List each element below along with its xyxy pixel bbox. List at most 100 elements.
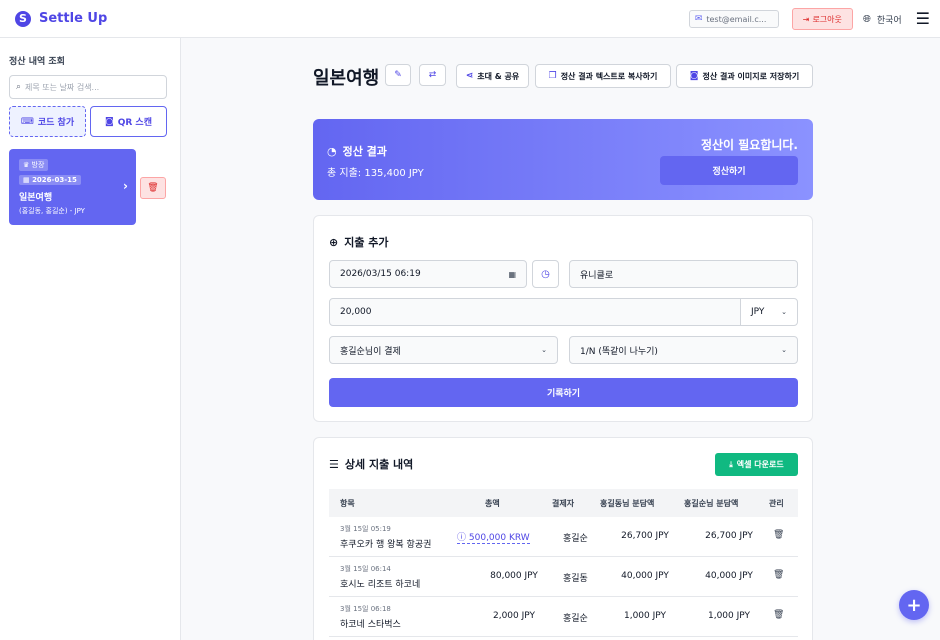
row-share1: 40,000 JPY <box>621 571 669 581</box>
search-input[interactable] <box>25 82 156 92</box>
currency-value: JPY <box>751 307 765 317</box>
item-name-input[interactable]: 유니클로 <box>569 260 798 288</box>
page-title: 일본여행 <box>313 68 380 89</box>
trip-card[interactable]: ♛ 방장 ▦ 2026-03-15 일본여행 (홍길동, 홍길순) - JPY … <box>9 149 136 225</box>
expense-list-title: ☰ 상세 지출 내역 <box>329 456 413 472</box>
split-method-select[interactable]: 1/N (똑같이 나누기) ⌄ <box>569 336 798 364</box>
pie-chart-icon: ◔ <box>327 144 337 158</box>
user-email: test@email.c... <box>706 14 767 24</box>
delete-row-trash-icon[interactable]: 🗑︎ <box>773 570 784 580</box>
table-row: 3월 15일 06:14 호시노 리조트 하코네 80,000 JPY 홍길동 … <box>329 557 798 597</box>
chevron-right-icon: › <box>123 179 128 193</box>
calendar-icon: ▦ <box>508 269 516 279</box>
copy-icon: ❐ <box>548 71 557 81</box>
row-payer: 홍길동 <box>563 574 588 584</box>
qr-scan-button[interactable]: ◙ QR 스캔 <box>90 106 167 137</box>
language-label: 한국어 <box>876 15 902 26</box>
search-icon: ⌕ <box>16 82 22 92</box>
column-header-amount: 총액 <box>485 499 500 508</box>
set-now-button[interactable]: ◷ <box>532 260 559 288</box>
add-expense-title-label: 지출 추가 <box>344 236 389 249</box>
summary-title-label: 정산 결과 <box>342 145 387 158</box>
excel-download-label: 엑셀 다운로드 <box>736 460 784 469</box>
row-share1: 1,000 JPY <box>623 611 666 621</box>
plus-circle-icon: ⊕ <box>329 235 339 249</box>
settle-button[interactable]: 정산하기 <box>660 156 798 185</box>
column-header-share1: 홍길동님 분담액 <box>600 499 655 508</box>
settlement-status: 정산이 필요합니다. <box>700 138 798 152</box>
sidebar: 정산 내역 조회 ⌕ ⌨ 코드 참가 ◙ QR 스캔 ♛ 방장 ▦ 2026-0… <box>0 38 181 640</box>
sidebar-title: 정산 내역 조회 <box>9 57 65 67</box>
expense-list-card: ☰ 상세 지출 내역 ⤓ 엑셀 다운로드 항목 총액 결제자 홍길동님 분담액 … <box>313 437 813 640</box>
language-selector[interactable]: 🌐︎ 한국어 <box>863 13 902 26</box>
trip-members: (홍길동, 홍길순) - JPY <box>19 207 85 215</box>
save-image-label: 정산 결과 이미지로 저장하기 <box>702 71 800 81</box>
save-image-button[interactable]: ◙ 정산 결과 이미지로 저장하기 <box>676 64 813 88</box>
delete-row-trash-icon[interactable]: 🗑︎ <box>773 530 784 540</box>
app-logo[interactable]: S Settle Up <box>15 10 108 27</box>
camera-icon: ◙ <box>689 71 699 81</box>
row-item: 하코네 스타벅스 <box>340 620 401 630</box>
column-header-share2: 홍길순님 분담액 <box>684 499 739 508</box>
camera-icon: ◙ <box>104 116 114 127</box>
record-expense-button[interactable]: 기록하기 <box>329 378 798 407</box>
edit-icon: ✎ <box>394 70 402 80</box>
row-amount: 2,000 JPY <box>492 611 535 621</box>
qr-scan-label: QR 스캔 <box>117 118 152 128</box>
list-icon: ☰ <box>329 457 339 471</box>
row-amount-value: 500,000 KRW <box>468 533 530 543</box>
copy-text-button[interactable]: ❐ 정산 결과 텍스트로 복사하기 <box>535 64 671 88</box>
edit-title-button[interactable]: ✎ <box>385 64 411 86</box>
row-share2: 1,000 JPY <box>707 611 750 621</box>
chevron-down-icon: ⌄ <box>541 346 547 354</box>
row-share1: 26,700 JPY <box>621 531 669 541</box>
swap-button[interactable]: ⇄ <box>419 64 446 86</box>
hamburger-menu-icon[interactable]: ☰ <box>916 11 930 27</box>
delete-row-trash-icon[interactable]: 🗑︎ <box>773 610 784 620</box>
clock-icon: ◷ <box>541 268 550 280</box>
split-method-value: 1/N (똑같이 나누기) <box>580 346 658 357</box>
payer-select[interactable]: 홍길순님이 결제 ⌄ <box>329 336 558 364</box>
expense-list-title-label: 상세 지출 내역 <box>344 458 414 471</box>
settlement-summary: ◔ 정산 결과 총 지출: 135,400 JPY 정산이 필요합니다. 정산하… <box>313 119 813 200</box>
amount-input[interactable]: 20,000 <box>329 298 741 326</box>
row-share2: 40,000 JPY <box>705 571 753 581</box>
add-floating-button[interactable]: + <box>899 590 929 620</box>
copy-text-label: 정산 결과 텍스트로 복사하기 <box>560 71 658 81</box>
app-name: Settle Up <box>39 11 108 26</box>
table-row: 3월 15일 06:18 하코네 스타벅스 2,000 JPY 홍길순 1,00… <box>329 597 798 637</box>
role-badge-label: 방장 <box>31 161 45 169</box>
table-header: 항목 총액 결제자 홍길동님 분담액 홍길순님 분담액 관리 <box>329 489 798 517</box>
download-icon: ⤓ <box>729 459 733 469</box>
row-item: 호시노 리조트 하코네 <box>340 580 421 590</box>
row-payer: 홍길순 <box>563 614 588 624</box>
currency-select[interactable]: JPY ⌄ <box>740 298 798 326</box>
column-header-manage: 관리 <box>769 499 784 508</box>
delete-trip-button[interactable]: 🗑︎ <box>140 177 166 199</box>
keyboard-icon: ⌨ <box>20 116 34 127</box>
row-share2: 26,700 JPY <box>705 531 753 541</box>
row-date: 3월 15일 05:19 <box>340 525 391 533</box>
amount-value: 20,000 <box>340 307 372 317</box>
row-amount-converted[interactable]: ⓘ 500,000 KRW <box>457 530 530 544</box>
calendar-icon: ▦ <box>23 176 30 184</box>
add-expense-card: ⊕ 지출 추가 2026/03/15 06:19 ▦ ◷ 유니클로 20,000… <box>313 215 813 422</box>
row-date: 3월 15일 06:14 <box>340 565 391 573</box>
invite-share-button[interactable]: ⋖ 초대 & 공유 <box>456 64 529 88</box>
datetime-value: 2026/03/15 06:19 <box>340 269 421 279</box>
logout-label: 로그아웃 <box>812 14 842 24</box>
datetime-input[interactable]: 2026/03/15 06:19 ▦ <box>329 260 527 288</box>
table-row: 3월 15일 05:19 후쿠오카 행 왕복 항공권 ⓘ 500,000 KRW… <box>329 517 798 557</box>
summary-title: ◔ 정산 결과 <box>327 143 387 159</box>
column-header-payer: 결제자 <box>552 499 575 508</box>
row-payer: 홍길순 <box>563 534 588 544</box>
logout-button[interactable]: ⇥ 로그아웃 <box>791 8 853 30</box>
row-date: 3월 15일 06:18 <box>340 605 391 613</box>
excel-download-button[interactable]: ⤓ 엑셀 다운로드 <box>715 453 798 476</box>
crown-icon: ♛ <box>23 161 30 169</box>
join-code-button[interactable]: ⌨ 코드 참가 <box>9 106 86 137</box>
item-name-value: 유니클로 <box>580 270 614 281</box>
globe-icon: 🌐︎ <box>862 13 871 25</box>
date-badge-label: 2026-03-15 <box>32 176 77 184</box>
swap-arrows-icon: ⇄ <box>428 70 437 80</box>
